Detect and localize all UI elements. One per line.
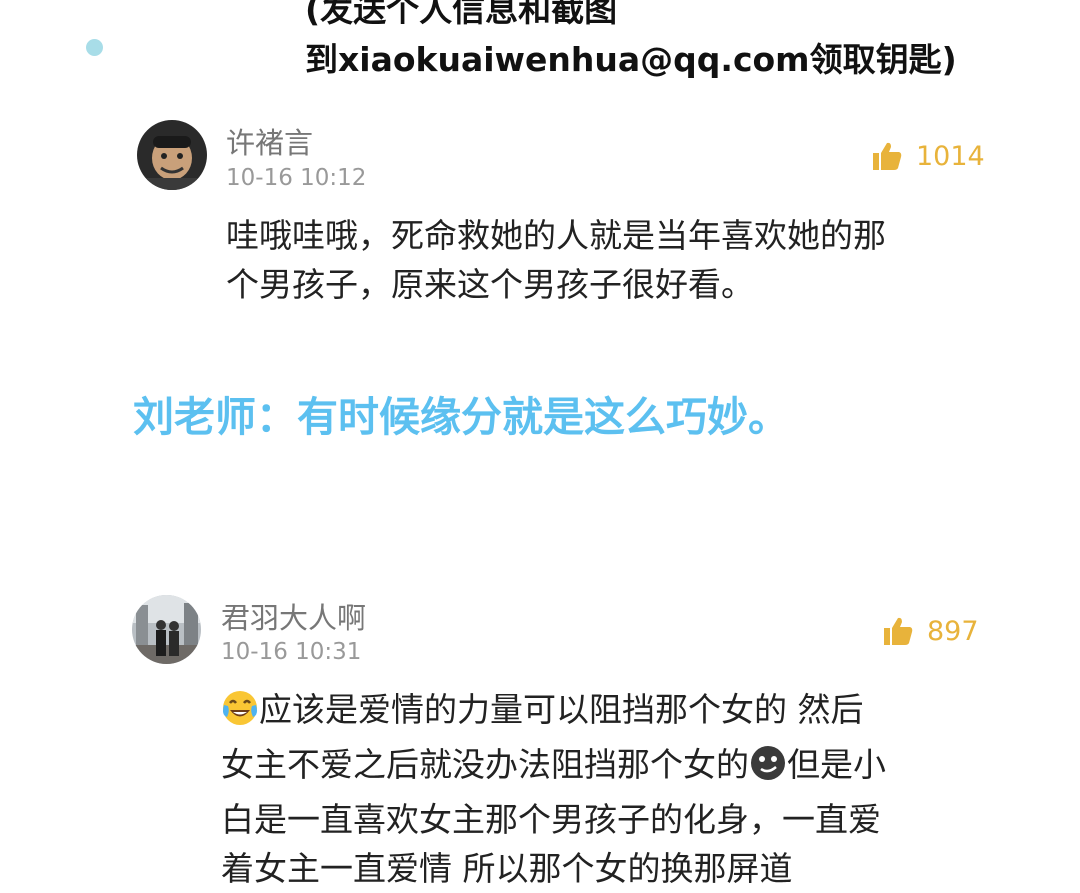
- decorative-dot: [86, 39, 103, 56]
- comment-line: 应该是爱情的力量可以阻挡那个女的 然后: [221, 685, 1001, 740]
- comment-line: 白是一直喜欢女主那个男孩子的化身，一直爱: [221, 800, 881, 839]
- banner-line-1: (发送个人信息和截图: [305, 0, 618, 29]
- smirk-emoji: [749, 744, 787, 795]
- laughing-tears-emoji: [221, 689, 259, 740]
- like-button[interactable]: 897: [881, 615, 979, 647]
- comment-text: 哇哦哇哦，死命救她的人就是当年喜欢她的那 个男孩子，原来这个男孩子很好看。: [226, 211, 986, 309]
- timestamp: 10-16 10:31: [221, 639, 362, 665]
- banner-line-2: 到xiaokuaiwenhua@qq.com领取钥匙): [305, 40, 957, 79]
- teacher-note: 刘老师：有时候缘分就是这么巧妙。: [133, 393, 789, 441]
- like-count: 1014: [916, 140, 985, 172]
- like-count: 897: [927, 615, 979, 647]
- comment-text: 应该是爱情的力量可以阻挡那个女的 然后 女主不爱之后就没办法阻挡那个女的 但是小…: [221, 685, 1001, 893]
- comment-line: 女主不爱之后就没办法阻挡那个女的 但是小: [221, 740, 1001, 795]
- like-button[interactable]: 1014: [870, 140, 985, 172]
- thumbs-up-icon: [870, 140, 904, 172]
- username[interactable]: 君羽大人啊: [221, 595, 366, 637]
- thumbs-up-icon: [881, 615, 915, 647]
- timestamp: 10-16 10:12: [226, 165, 367, 191]
- comment-line: 个男孩子，原来这个男孩子很好看。: [226, 265, 754, 304]
- avatar[interactable]: [132, 595, 201, 664]
- avatar[interactable]: [137, 120, 207, 190]
- comment-line: 着女主一直爱情 所以那个女的换那屏道: [221, 849, 793, 888]
- comment-line: 哇哦哇哦，死命救她的人就是当年喜欢她的那: [226, 216, 886, 255]
- username[interactable]: 许褚言: [226, 120, 313, 162]
